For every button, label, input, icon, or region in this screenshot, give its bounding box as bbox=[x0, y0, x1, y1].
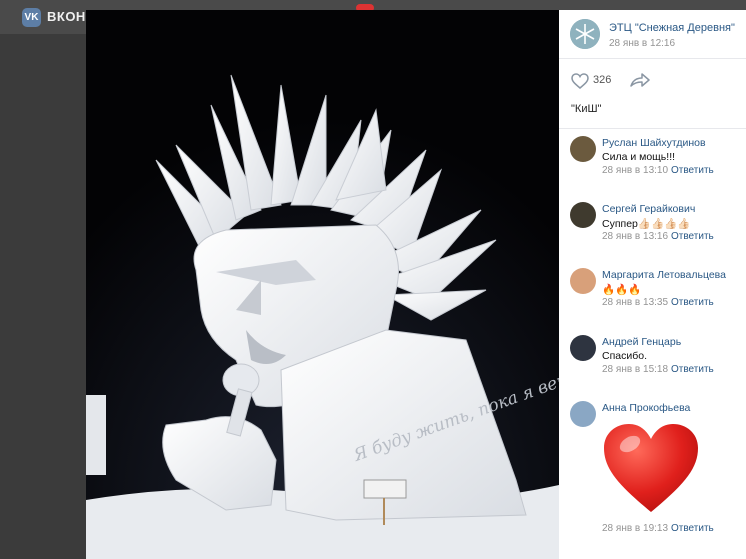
comment-text: 🔥🔥🔥 bbox=[602, 284, 642, 296]
reply-button[interactable]: Ответить bbox=[671, 297, 714, 308]
reply-button[interactable]: Ответить bbox=[671, 523, 714, 534]
post-side-panel: ЭТЦ "Снежная Деревня" 28 янв в 12:16 326… bbox=[559, 10, 746, 559]
share-button[interactable] bbox=[630, 72, 650, 93]
photo-viewer[interactable]: Я буду жить, пока я вечно bbox=[86, 10, 559, 559]
snowflake-icon bbox=[570, 19, 600, 49]
avatar[interactable] bbox=[570, 268, 596, 294]
divider bbox=[559, 58, 746, 59]
comment-date[interactable]: 28 янв в 19:13 bbox=[602, 523, 668, 534]
comment-author[interactable]: Андрей Генцарь bbox=[602, 336, 681, 348]
comment-text: Суппер👍🏻👍🏻👍🏻👍🏻 bbox=[602, 218, 691, 230]
post-caption: "КиШ" bbox=[571, 103, 602, 115]
comment-text: Сила и мощь!!! bbox=[602, 151, 676, 163]
comment-author[interactable]: Руслан Шайхутдинов bbox=[602, 137, 706, 149]
post-header: ЭТЦ "Снежная Деревня" 28 янв в 12:16 bbox=[559, 10, 746, 58]
comment-author[interactable]: Анна Прокофьева bbox=[602, 402, 690, 414]
reply-button[interactable]: Ответить bbox=[671, 364, 714, 375]
divider bbox=[559, 128, 746, 129]
group-avatar[interactable] bbox=[570, 19, 600, 49]
comment-author[interactable]: Маргарита Летовальцева bbox=[602, 269, 726, 281]
heart-outline-icon bbox=[571, 73, 589, 89]
avatar[interactable] bbox=[570, 335, 596, 361]
snow-sculpture-photo: Я буду жить, пока я вечно bbox=[86, 10, 559, 559]
comment-date[interactable]: 28 янв в 15:18 bbox=[602, 364, 668, 375]
vk-logo-icon[interactable]: VK bbox=[22, 8, 41, 27]
group-name-link[interactable]: ЭТЦ "Снежная Деревня" bbox=[609, 22, 735, 34]
comment-date[interactable]: 28 янв в 13:10 bbox=[602, 165, 668, 176]
comment-date[interactable]: 28 янв в 13:16 bbox=[602, 231, 668, 242]
reply-button[interactable]: Ответить bbox=[671, 231, 714, 242]
share-arrow-icon bbox=[630, 73, 650, 87]
avatar[interactable] bbox=[570, 136, 596, 162]
reply-button[interactable]: Ответить bbox=[671, 165, 714, 176]
heart-sticker-icon bbox=[604, 424, 698, 512]
comment-date[interactable]: 28 янв в 13:35 bbox=[602, 297, 668, 308]
comment-text: Спасибо. bbox=[602, 350, 647, 362]
avatar[interactable] bbox=[570, 401, 596, 427]
comment-author[interactable]: Сергей Герайкович bbox=[602, 203, 695, 215]
avatar[interactable] bbox=[570, 202, 596, 228]
post-date[interactable]: 28 янв в 12:16 bbox=[609, 38, 675, 49]
like-count: 326 bbox=[593, 74, 612, 86]
